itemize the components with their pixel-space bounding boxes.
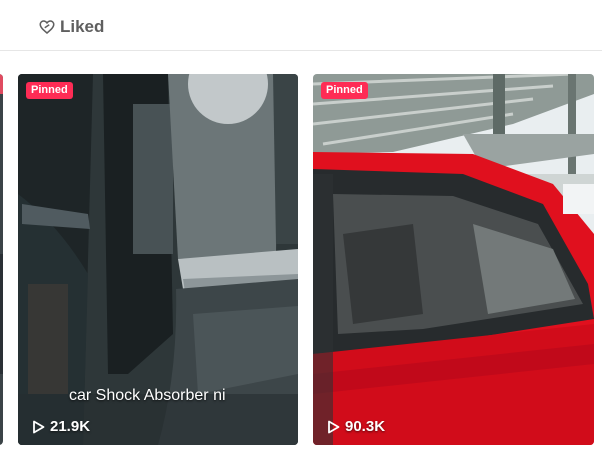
view-count: 90.3K [327, 418, 385, 435]
video-caption: car Shock Absorber ni [69, 387, 226, 404]
video-card[interactable]: Pinned car Shock Absorber ni 21.9K [18, 74, 298, 445]
tab-liked-label: Liked [60, 17, 105, 36]
pinned-badge: Pinned [26, 82, 73, 99]
video-card-partial[interactable] [0, 74, 3, 445]
play-icon [327, 420, 340, 434]
profile-tab-bar: Liked [0, 0, 602, 51]
video-thumbnail [0, 74, 3, 445]
view-count-value: 21.9K [50, 418, 91, 435]
pinned-badge: Pinned [321, 82, 368, 99]
liked-heart-icon [38, 18, 56, 36]
video-thumbnail [313, 74, 594, 445]
play-icon [32, 420, 45, 434]
tab-liked[interactable]: Liked [38, 14, 104, 40]
video-card[interactable]: Pinned 90.3K [313, 74, 594, 445]
video-grid: Pinned car Shock Absorber ni 21.9K Pinne… [0, 74, 602, 446]
view-count: 21.9K [32, 418, 90, 435]
view-count-value: 90.3K [345, 418, 386, 435]
